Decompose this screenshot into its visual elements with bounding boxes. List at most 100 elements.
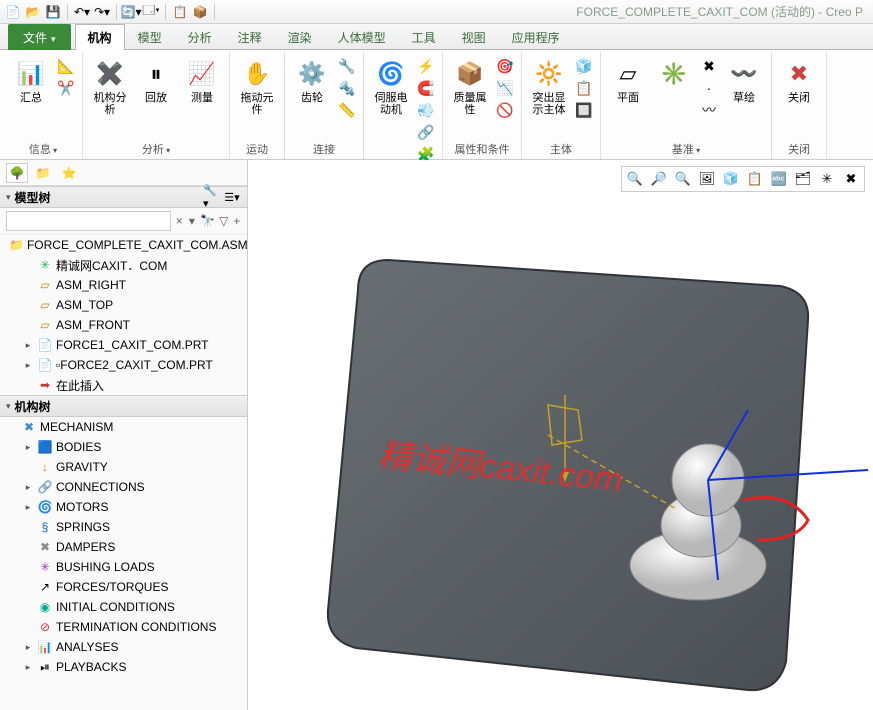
expand-icon[interactable]: ▸ [22,360,34,371]
tab-file[interactable]: 文件 [8,24,71,50]
mechanism-tree-header[interactable]: 机构树 [0,395,247,417]
ribbon-small-button[interactable]: · [699,78,719,98]
ribbon-button[interactable]: ✖️机构分析 [89,56,131,118]
tree-item[interactable]: ▸🔗CONNECTIONS [0,477,247,497]
tree-item[interactable]: ▱ASM_TOP [0,295,247,315]
expand-icon[interactable]: ▸ [22,340,34,351]
tree-item[interactable]: ⊘TERMINATION CONDITIONS [0,617,247,637]
tree-item[interactable]: ▸🟦BODIES [0,437,247,457]
save-icon[interactable]: 💾 [44,3,62,21]
tab-analysis[interactable]: 分析 [175,24,225,50]
ribbon-group-title: 运动 [236,139,278,159]
ribbon-button[interactable]: ▱平面 [607,56,649,106]
ribbon-button[interactable]: 🔆突出显示主体 [528,56,570,118]
tab-mechanism[interactable]: 机构 [75,24,125,50]
expand-icon[interactable]: ▸ [22,642,34,653]
ribbon-small-button[interactable]: 🔩 [337,78,357,98]
ribbon-small-button[interactable]: ✂️ [56,78,76,98]
tab-annotate[interactable]: 注释 [225,24,275,50]
tree-item[interactable]: ◉INITIAL CONDITIONS [0,597,247,617]
expand-icon[interactable]: ▸ [22,502,34,513]
regen-icon[interactable]: 🔄▾ [122,3,140,21]
tree-item[interactable]: ▱ASM_RIGHT [0,275,247,295]
close-doc-icon[interactable]: 📋 [171,3,189,21]
tree-item[interactable]: §SPRINGS [0,517,247,537]
tree-item[interactable]: ▸🌀MOTORS [0,497,247,517]
ribbon-small-button[interactable]: ✖ [699,56,719,76]
tree-display-icon[interactable]: ☰▾ [223,188,241,206]
search-dropdown-icon[interactable]: ▾ [188,212,197,230]
folder-tab-icon[interactable]: 📁 [32,163,54,183]
open-icon[interactable]: 📂 [24,3,42,21]
ribbon-button[interactable]: 🌀伺服电动机 [370,56,412,118]
ribbon-small-button[interactable]: 💨 [416,100,436,120]
ribbon-small-button[interactable]: 〰 [699,100,719,120]
model-tree-tab-icon[interactable]: 🌳 [6,163,28,183]
tree-item-icon: ▱ [37,317,53,333]
ribbon-small-button[interactable]: 📏 [337,100,357,120]
add-icon[interactable]: + [232,212,241,230]
tree-item-label: ASM_RIGHT [56,278,126,292]
tab-view[interactable]: 视图 [449,24,499,50]
expand-icon[interactable]: ▸ [22,442,34,453]
ribbon-button[interactable]: ✖关闭 [778,56,820,106]
tree-item[interactable]: ▸⏯PLAYBACKS [0,657,247,677]
expand-icon[interactable]: ▸ [22,482,34,493]
ribbon-small-button[interactable]: 📋 [574,78,594,98]
tree-item[interactable]: ▸📄▫FORCE2_CAXIT_COM.PRT [0,355,247,375]
tab-tools[interactable]: 工具 [399,24,449,50]
tree-item[interactable]: 📁FORCE_COMPLETE_CAXIT_COM.ASM [0,235,247,255]
tree-item[interactable]: ↓GRAVITY [0,457,247,477]
model-tree-header[interactable]: 模型树 🔧▾ ☰▾ [0,186,247,208]
tree-item[interactable]: ▱ASM_FRONT [0,315,247,335]
ribbon-button-label: 测量 [191,92,213,104]
ribbon-small-button[interactable]: 📐 [56,56,76,76]
clear-search-icon[interactable]: × [175,212,184,230]
tree-item-label: TERMINATION CONDITIONS [56,620,216,634]
favorites-tab-icon[interactable]: ⭐ [58,163,80,183]
ribbon-small-button[interactable]: 📉 [495,78,515,98]
ribbon-group: 🌀伺服电动机⚡🧲💨🔗🧩📎插入 [364,52,443,159]
tree-item[interactable]: ➡在此插入 [0,375,247,395]
ribbon-button[interactable]: ✳️ [653,56,695,92]
tree-settings-icon[interactable]: 🔧▾ [203,188,221,206]
ribbon-small-button[interactable]: 🚫 [495,100,515,120]
ribbon-button[interactable]: ⚙️齿轮 [291,56,333,106]
tree-item[interactable]: ↗FORCES/TORQUES [0,577,247,597]
tree-item[interactable]: ✳精诚网CAXIT．COM [0,255,247,275]
tree-item[interactable]: ▸📄FORCE1_CAXIT_COM.PRT [0,335,247,355]
tree-item-label: DAMPERS [56,540,115,554]
ribbon-small-button[interactable]: 🎯 [495,56,515,76]
ribbon-small-button[interactable]: 🔧 [337,56,357,76]
ribbon-button[interactable]: ⏸回放 [135,56,177,106]
graphics-area[interactable]: 🔍 🔎 🔍 🖼 🧊 📋 🔤 🗂 ✳ ✖ [248,160,873,710]
tree-search-input[interactable] [6,211,171,231]
ribbon-small-button[interactable]: 🔲 [574,100,594,120]
windows-icon[interactable]: 🗔▾ [142,3,160,21]
box-icon[interactable]: 📦 [191,3,209,21]
ribbon-small-button[interactable]: 🧲 [416,78,436,98]
ribbon-small-button[interactable]: 🔗 [416,122,436,142]
new-icon[interactable]: 📄 [4,3,22,21]
tab-manikin[interactable]: 人体模型 [325,24,399,50]
tab-model[interactable]: 模型 [125,24,175,50]
ribbon-button[interactable]: 📊汇总 [10,56,52,106]
binoculars-icon[interactable]: 🔭 [200,212,215,230]
redo-icon[interactable]: ↷▾ [93,3,111,21]
expand-icon[interactable]: ▸ [22,662,34,673]
tree-item[interactable]: ✖DAMPERS [0,537,247,557]
undo-icon[interactable]: ↶▾ [73,3,91,21]
ribbon-button[interactable]: ✋拖动元件 [236,56,278,118]
ribbon-button-icon: ✋ [241,58,273,90]
ribbon-small-button[interactable]: 🧊 [574,56,594,76]
ribbon-button[interactable]: 📦质量属性 [449,56,491,118]
tab-render[interactable]: 渲染 [275,24,325,50]
tree-item[interactable]: ▸📊ANALYSES [0,637,247,657]
filter-icon[interactable]: ▽ [219,212,228,230]
ribbon-button[interactable]: 〰️草绘 [723,56,765,106]
tree-item[interactable]: ✖MECHANISM [0,417,247,437]
ribbon-small-button[interactable]: ⚡ [416,56,436,76]
ribbon-button[interactable]: 📈测量 [181,56,223,106]
tree-item[interactable]: ✳BUSHING LOADS [0,557,247,577]
tab-apps[interactable]: 应用程序 [499,24,573,50]
